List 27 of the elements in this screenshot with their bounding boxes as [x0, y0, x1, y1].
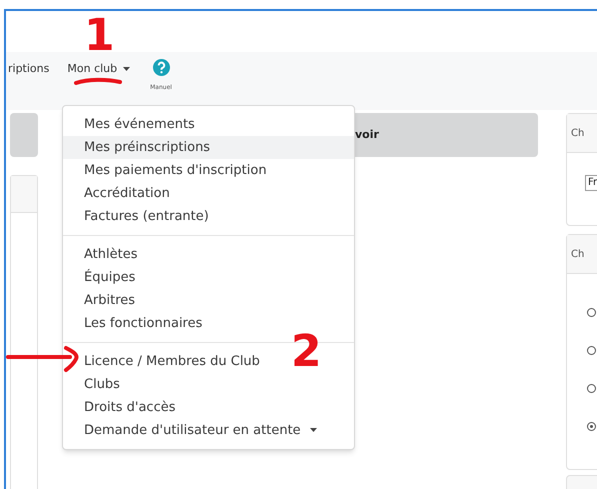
menu-item[interactable]: Mes préinscriptions: [63, 136, 354, 159]
card-header: Ch: [571, 248, 584, 262]
annotation-number: 2: [291, 330, 322, 374]
menu-item[interactable]: Droits d'accès: [63, 396, 354, 419]
language-select[interactable]: Fr: [585, 175, 597, 191]
caret-icon: [310, 428, 317, 432]
help-icon: [152, 59, 170, 76]
menu-item[interactable]: Équipes: [63, 266, 354, 289]
caret-icon: [123, 66, 130, 71]
menu-item[interactable]: Clubs: [63, 373, 354, 396]
menu-item[interactable]: Mes événements: [63, 113, 354, 136]
radio-button[interactable]: [587, 346, 596, 355]
radio-button[interactable]: [587, 308, 596, 317]
menu-item[interactable]: Demande d'utilisateur en attente: [63, 419, 354, 442]
nav-link[interactable]: riptions: [8, 61, 50, 78]
banner-title: voir: [355, 126, 379, 143]
card-header: Ch: [571, 126, 584, 140]
menu-item[interactable]: Athlètes: [63, 243, 354, 266]
radio-button[interactable]: [587, 422, 596, 431]
radio-button[interactable]: [587, 384, 596, 393]
menu-item[interactable]: Arbitres: [63, 289, 354, 312]
annotation-underline: [74, 76, 122, 86]
menu-item[interactable]: Factures (entrante): [63, 205, 354, 228]
menu-item[interactable]: Mes paiements d'inscription: [63, 159, 354, 182]
menu-item[interactable]: Accréditation: [63, 182, 354, 205]
annotation-number: 1: [84, 14, 115, 58]
nav-link[interactable]: Mon club: [67, 61, 130, 78]
